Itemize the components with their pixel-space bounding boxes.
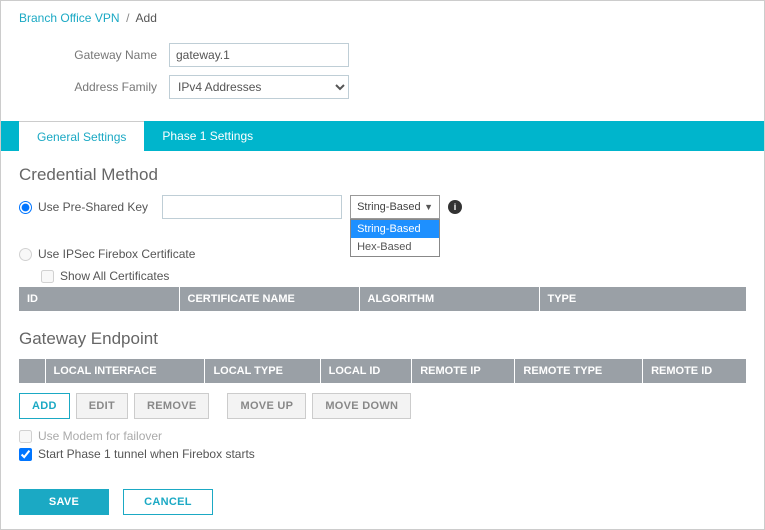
credential-title: Credential Method <box>19 165 746 185</box>
gateway-name-input[interactable] <box>169 43 349 67</box>
breadcrumb-current: Add <box>136 11 157 25</box>
footer-buttons: SAVE CANCEL <box>1 475 764 529</box>
credential-section: Credential Method Use Pre-Shared Key Str… <box>1 151 764 321</box>
breadcrumb-sep: / <box>123 11 136 25</box>
cert-col-name: CERTIFICATE NAME <box>179 287 359 311</box>
add-button[interactable]: ADD <box>19 393 70 419</box>
breadcrumb-root[interactable]: Branch Office VPN <box>19 11 120 25</box>
cert-col-type: TYPE <box>539 287 746 311</box>
use-cert-radio[interactable] <box>19 248 32 261</box>
endpoint-section: Gateway Endpoint LOCAL INTERFACE LOCAL T… <box>1 321 764 475</box>
address-family-select[interactable]: IPv4 Addresses <box>169 75 349 99</box>
address-family-label: Address Family <box>19 80 169 94</box>
use-modem-checkbox[interactable] <box>19 430 32 443</box>
use-cert-label: Use IPSec Firebox Certificate <box>38 247 195 261</box>
moveup-button[interactable]: MOVE UP <box>227 393 306 419</box>
remove-button[interactable]: REMOVE <box>134 393 209 419</box>
start-phase1-checkbox[interactable] <box>19 448 32 461</box>
use-modem-label: Use Modem for failover <box>38 429 162 443</box>
key-type-option-string[interactable]: String-Based <box>351 220 439 238</box>
endpoint-col-local-type: LOCAL TYPE <box>205 359 320 383</box>
tab-general-settings[interactable]: General Settings <box>19 121 144 151</box>
tab-phase1-settings[interactable]: Phase 1 Settings <box>144 121 271 151</box>
endpoint-col-local-iface: LOCAL INTERFACE <box>45 359 205 383</box>
endpoint-buttons: ADD EDIT REMOVE MOVE UP MOVE DOWN <box>19 393 746 419</box>
show-all-checkbox[interactable] <box>41 270 54 283</box>
modem-row: Use Modem for failover <box>19 429 746 443</box>
key-type-selected: String-Based <box>357 201 421 213</box>
use-psk-label: Use Pre-Shared Key <box>38 200 148 214</box>
edit-button[interactable]: EDIT <box>76 393 128 419</box>
endpoint-col-remote-ip: REMOTE IP <box>412 359 515 383</box>
psk-input[interactable] <box>162 195 342 219</box>
show-all-label: Show All Certificates <box>60 269 169 283</box>
cert-col-id: ID <box>19 287 179 311</box>
info-icon[interactable]: i <box>448 200 462 214</box>
movedown-button[interactable]: MOVE DOWN <box>312 393 411 419</box>
endpoint-col-remote-id: REMOTE ID <box>643 359 746 383</box>
endpoint-col-local-id: LOCAL ID <box>320 359 412 383</box>
psk-row: Use Pre-Shared Key String-Based ▼ String… <box>19 195 746 219</box>
top-form: Gateway Name Address Family IPv4 Address… <box>1 27 764 121</box>
key-type-dropdown-list: String-Based Hex-Based <box>350 219 440 257</box>
save-button[interactable]: SAVE <box>19 489 109 515</box>
endpoint-col-remote-type: REMOTE TYPE <box>515 359 643 383</box>
gateway-name-label: Gateway Name <box>19 48 169 62</box>
key-type-option-hex[interactable]: Hex-Based <box>351 238 439 256</box>
key-type-dropdown[interactable]: String-Based ▼ String-Based Hex-Based <box>350 195 440 219</box>
phase1-row: Start Phase 1 tunnel when Firebox starts <box>19 447 746 461</box>
cert-col-algo: ALGORITHM <box>359 287 539 311</box>
show-all-row: Show All Certificates <box>41 269 746 283</box>
breadcrumb: Branch Office VPN / Add <box>1 1 764 27</box>
use-psk-radio[interactable] <box>19 201 32 214</box>
chevron-down-icon: ▼ <box>424 202 433 212</box>
endpoint-col-blank <box>19 359 45 383</box>
endpoint-table: LOCAL INTERFACE LOCAL TYPE LOCAL ID REMO… <box>19 359 746 383</box>
endpoint-title: Gateway Endpoint <box>19 329 746 349</box>
tab-bar: General Settings Phase 1 Settings <box>1 121 764 151</box>
certificate-table: ID CERTIFICATE NAME ALGORITHM TYPE <box>19 287 746 311</box>
start-phase1-label: Start Phase 1 tunnel when Firebox starts <box>38 447 255 461</box>
cancel-button[interactable]: CANCEL <box>123 489 213 515</box>
